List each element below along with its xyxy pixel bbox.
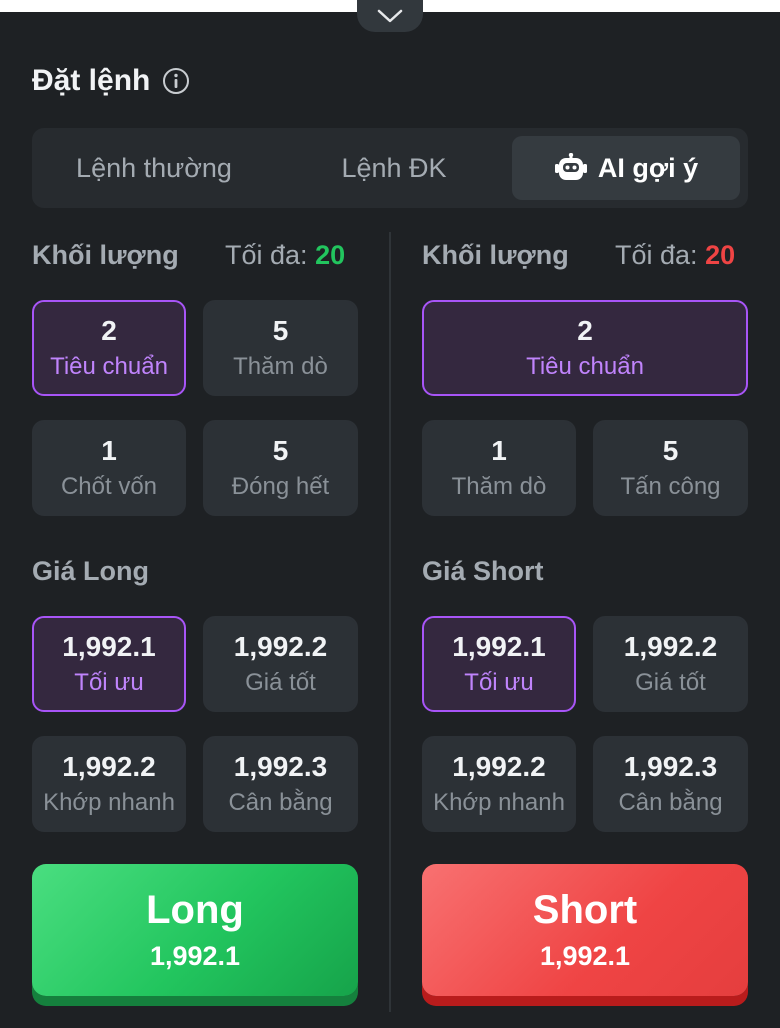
short-volume-label: Khối lượng <box>422 240 569 270</box>
collapse-handle[interactable] <box>357 0 423 32</box>
option-label: Cân bằng <box>228 789 333 816</box>
tab-normal-order[interactable]: Lệnh thường <box>32 136 276 200</box>
option-value: 1 <box>101 435 117 466</box>
option-value: 5 <box>272 315 289 346</box>
page-title: Đặt lệnh <box>32 64 151 97</box>
option-label: Tiêu chuẩn <box>50 353 168 380</box>
short-price-label: Giá Short <box>422 556 544 586</box>
tab-label: AI gợi ý <box>597 152 699 183</box>
option-value: 1,992.2 <box>623 631 718 662</box>
option-label: Đóng hết <box>231 473 330 500</box>
max-value: 20 <box>705 240 736 270</box>
option-value: 1,992.3 <box>623 751 718 782</box>
option-value: 1 <box>491 435 507 466</box>
long-price-label: Giá Long <box>32 556 149 586</box>
option-label: Tấn công <box>620 473 721 500</box>
short-button[interactable]: Short 1,992.1 <box>422 864 748 996</box>
short-volume-option[interactable]: 5 Tấn công <box>593 420 748 516</box>
title-row: Đặt lệnh <box>32 64 190 98</box>
option-label: Tối ưu <box>464 669 534 696</box>
option-label: Giá tốt <box>635 669 706 696</box>
option-label: Khớp nhanh <box>433 789 565 816</box>
long-volume-option[interactable]: 5 Thăm dò <box>203 300 358 396</box>
long-button-price: 1,992.1 <box>149 941 241 971</box>
max-prefix: Tối đa: <box>615 240 698 270</box>
long-volume-label: Khối lượng <box>32 240 179 270</box>
long-volume-option[interactable]: 5 Đóng hết <box>203 420 358 516</box>
option-value: 1,992.2 <box>62 751 156 782</box>
long-price-option[interactable]: 1,992.3 Cân bằng <box>203 736 358 832</box>
option-value: 1,992.3 <box>233 751 328 782</box>
order-type-tabs: Lệnh thường Lệnh ĐK AI gợi ý <box>32 128 748 208</box>
long-price-option[interactable]: 1,992.2 Giá tốt <box>203 616 358 712</box>
option-label: Tối ưu <box>74 669 144 696</box>
long-price-option[interactable]: 1,992.2 Khớp nhanh <box>32 736 186 832</box>
short-button-price: 1,992.1 <box>539 941 631 971</box>
tab-conditional-order[interactable]: Lệnh ĐK <box>276 136 512 200</box>
option-value: 5 <box>662 435 679 466</box>
tab-label: Lệnh ĐK <box>341 152 447 183</box>
robot-icon <box>554 153 587 180</box>
option-value: 1,992.1 <box>452 631 546 662</box>
short-max-volume: Tối đa: 20 <box>615 240 735 271</box>
column-divider <box>389 232 391 1012</box>
option-value: 5 <box>272 435 289 466</box>
long-button-label: Long <box>146 888 244 932</box>
short-volume-option[interactable]: 1 Thăm dò <box>422 420 576 516</box>
short-price-option[interactable]: 1,992.2 Giá tốt <box>593 616 748 712</box>
option-value: 2 <box>101 315 117 346</box>
option-label: Khớp nhanh <box>43 789 175 816</box>
option-label: Cân bằng <box>618 789 723 816</box>
order-panel: Đặt lệnh Lệnh thường Lệnh ĐK AI gợi ý Kh… <box>0 18 780 1028</box>
option-value: 1,992.1 <box>62 631 156 662</box>
tab-label: Lệnh thường <box>76 152 232 183</box>
chevron-down-icon <box>377 9 403 23</box>
option-value: 1,992.2 <box>233 631 328 662</box>
max-value: 20 <box>315 240 346 270</box>
option-label: Chốt vốn <box>60 473 158 500</box>
short-volume-option[interactable]: 2 Tiêu chuẩn <box>422 300 748 396</box>
long-button[interactable]: Long 1,992.1 <box>32 864 358 996</box>
option-value: 2 <box>577 315 593 346</box>
long-max-volume: Tối đa: 20 <box>225 240 345 271</box>
option-value: 1,992.2 <box>452 751 546 782</box>
short-price-option[interactable]: 1,992.3 Cân bằng <box>593 736 748 832</box>
short-price-option[interactable]: 1,992.2 Khớp nhanh <box>422 736 576 832</box>
option-label: Tiêu chuẩn <box>526 353 644 380</box>
short-price-option[interactable]: 1,992.1 Tối ưu <box>422 616 576 712</box>
option-label: Thăm dò <box>451 473 547 500</box>
long-volume-option[interactable]: 1 Chốt vốn <box>32 420 186 516</box>
max-prefix: Tối đa: <box>225 240 308 270</box>
info-icon[interactable] <box>162 67 190 95</box>
long-price-option[interactable]: 1,992.1 Tối ưu <box>32 616 186 712</box>
short-button-label: Short <box>532 888 638 932</box>
option-label: Giá tốt <box>245 669 316 696</box>
tab-ai-suggest[interactable]: AI gợi ý <box>512 136 740 200</box>
option-label: Thăm dò <box>233 353 328 380</box>
long-volume-option[interactable]: 2 Tiêu chuẩn <box>32 300 186 396</box>
